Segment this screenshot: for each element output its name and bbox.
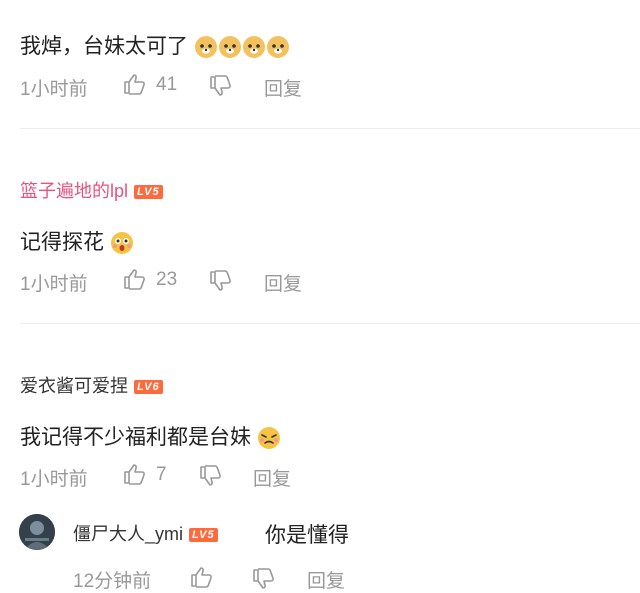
username[interactable]: 篮子遍地的lpl LV5 bbox=[20, 177, 163, 203]
like-icon[interactable] bbox=[123, 463, 147, 485]
comment-text: 我记得不少福利都是台妹 bbox=[20, 421, 281, 451]
reply-button[interactable]: 回复 bbox=[264, 74, 302, 101]
dislike-icon[interactable] bbox=[209, 75, 233, 97]
surprised-face-emoji-icon bbox=[110, 232, 133, 255]
dislike-icon[interactable] bbox=[199, 465, 223, 487]
comment-body: 我焯，台妹太可了 bbox=[20, 35, 188, 58]
comment-body: 我记得不少福利都是台妹 bbox=[20, 426, 251, 449]
reply-button[interactable]: 回复 bbox=[264, 269, 302, 296]
avatar[interactable] bbox=[19, 514, 55, 550]
dislike-icon[interactable] bbox=[252, 568, 276, 590]
doge-emoji-icon bbox=[218, 36, 241, 59]
sulking-face-emoji-icon bbox=[257, 427, 280, 450]
like-icon[interactable] bbox=[123, 268, 147, 290]
username-text[interactable]: 篮子遍地的lpl bbox=[20, 181, 128, 201]
reply-button[interactable]: 回复 bbox=[307, 566, 345, 593]
like-icon[interactable] bbox=[123, 73, 147, 95]
doge-emoji-icon bbox=[242, 36, 265, 59]
sub-reply-time: 12分钟前 bbox=[73, 571, 152, 592]
reply-button[interactable]: 回复 bbox=[253, 464, 291, 491]
comment-body: 记得探花 bbox=[20, 231, 104, 254]
divider bbox=[20, 323, 640, 324]
level-badge: LV5 bbox=[189, 528, 218, 543]
like-count: 41 bbox=[156, 74, 178, 95]
comment-time: 1小时前 bbox=[20, 469, 88, 490]
doge-emoji-icon bbox=[194, 36, 217, 59]
username-text[interactable]: 爱衣酱可爱捏 bbox=[20, 376, 128, 396]
username-text[interactable]: 僵尸大人_ymi bbox=[73, 524, 183, 544]
sub-reply-text: 你是懂得 bbox=[265, 524, 349, 547]
comment-time: 1小时前 bbox=[20, 274, 88, 295]
level-badge: LV5 bbox=[134, 185, 163, 200]
doge-emoji-icon bbox=[266, 36, 289, 59]
comment-text: 记得探花 bbox=[20, 226, 134, 256]
like-count: 7 bbox=[156, 464, 167, 485]
divider bbox=[20, 128, 640, 129]
level-badge: LV6 bbox=[134, 380, 163, 395]
comment-time: 1小时前 bbox=[20, 79, 88, 100]
username[interactable]: 爱衣酱可爱捏 LV6 bbox=[20, 372, 163, 398]
comment-text: 我焯，台妹太可了 bbox=[20, 30, 290, 60]
dislike-icon[interactable] bbox=[209, 270, 233, 292]
sub-reply-username[interactable]: 僵尸大人_ymi LV5 bbox=[73, 520, 218, 546]
like-count: 23 bbox=[156, 269, 178, 290]
